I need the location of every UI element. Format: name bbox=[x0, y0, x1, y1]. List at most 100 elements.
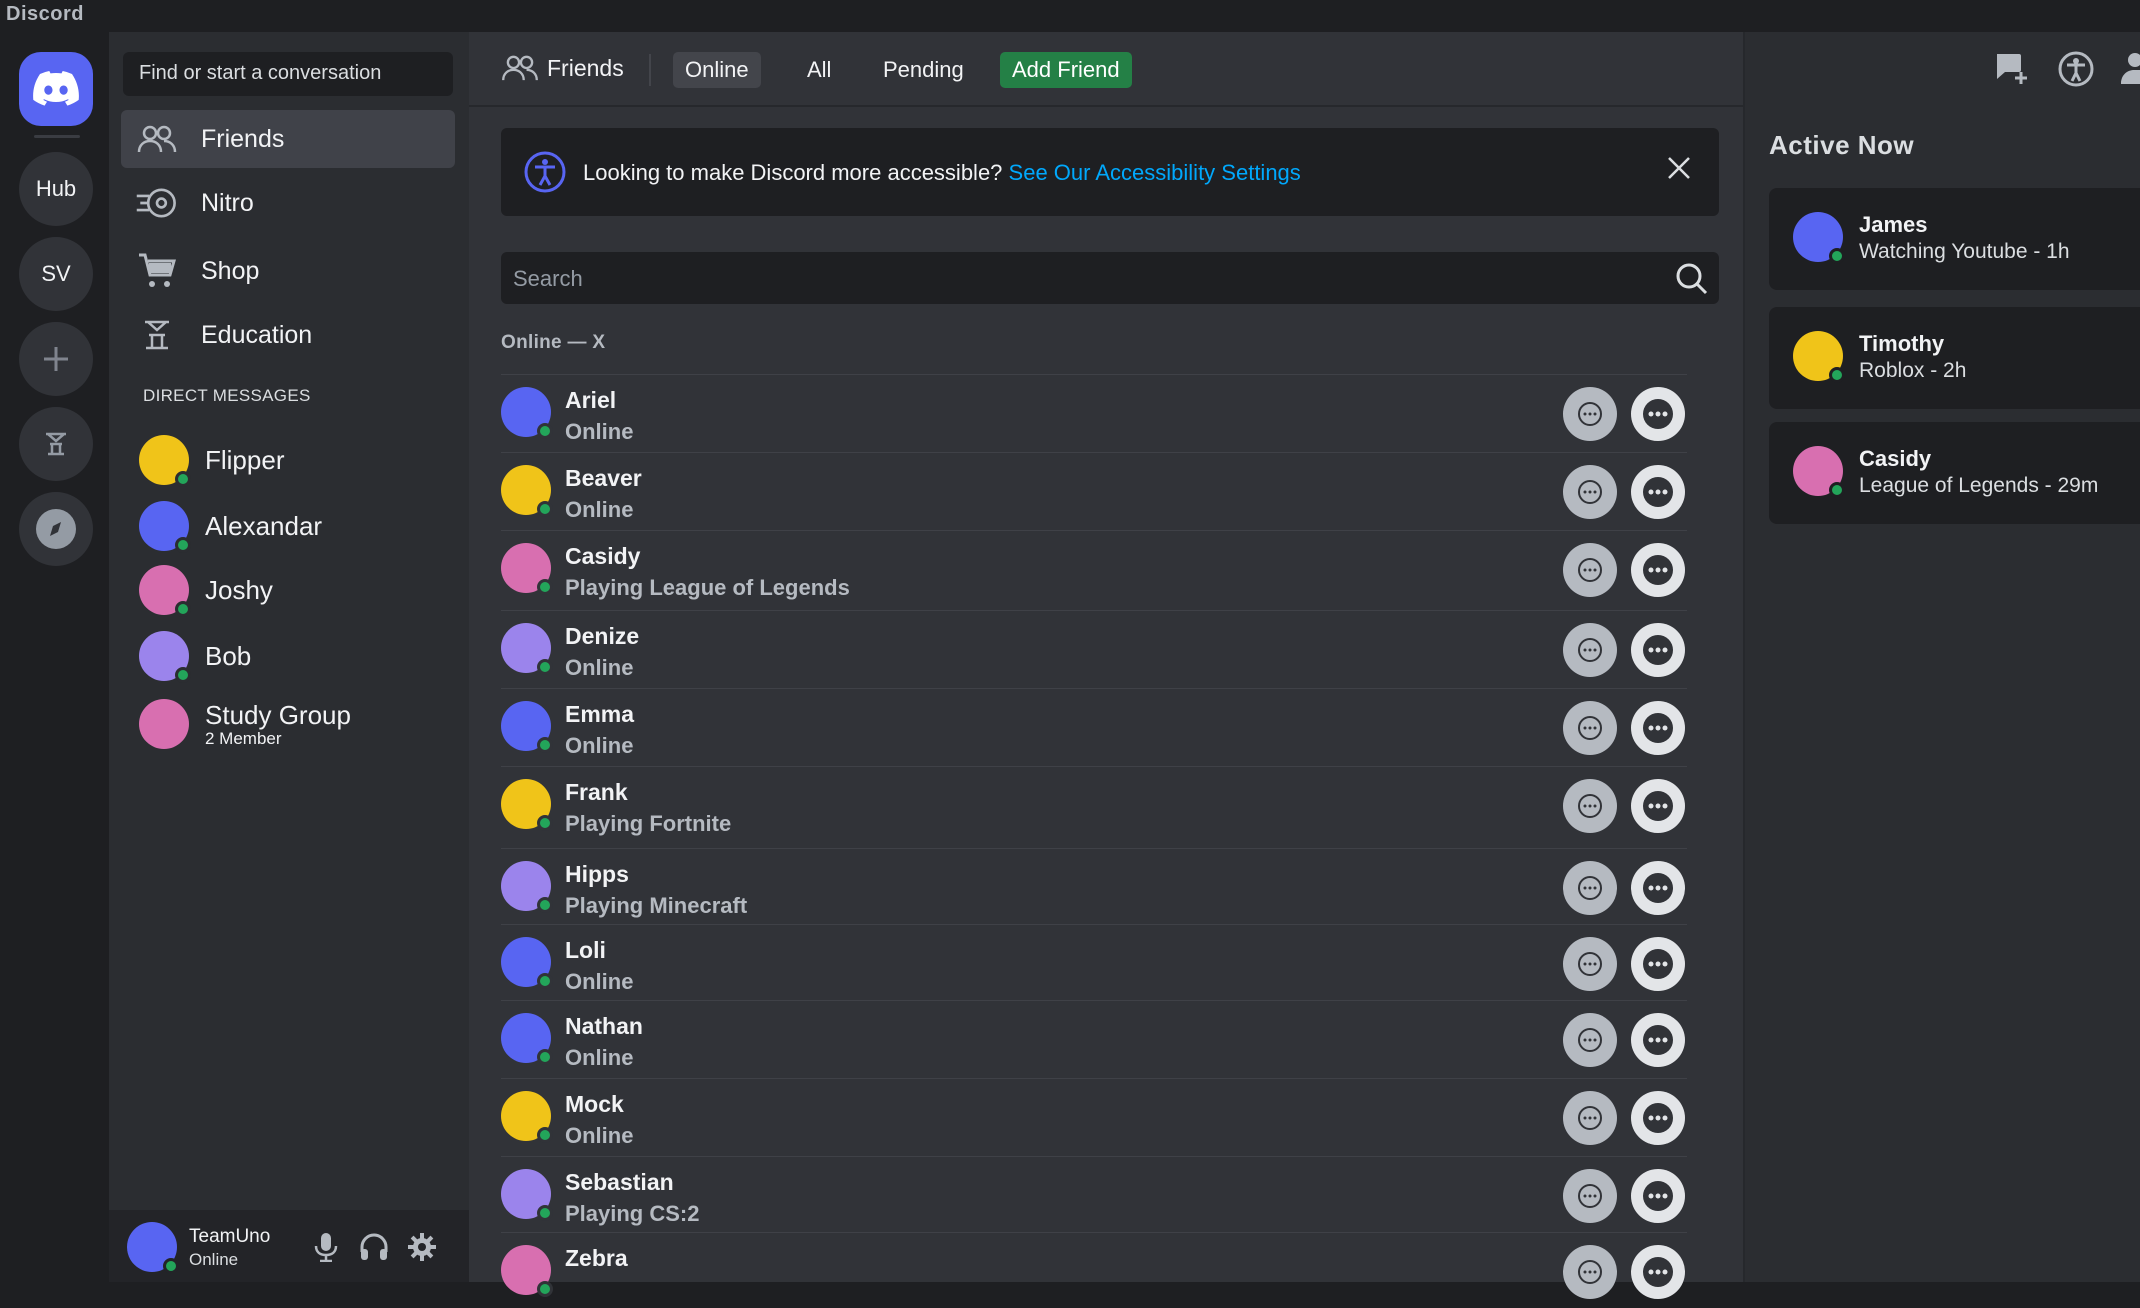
friend-row[interactable]: Zebra bbox=[501, 1232, 1687, 1308]
tab-online-label: Online bbox=[685, 57, 749, 82]
nav-shop[interactable]: Shop bbox=[121, 242, 455, 300]
avatar bbox=[501, 861, 553, 913]
friend-row[interactable]: Loli Online bbox=[501, 924, 1687, 1000]
message-button[interactable] bbox=[1563, 1091, 1617, 1145]
message-button[interactable] bbox=[1563, 1013, 1617, 1067]
more-options-button[interactable] bbox=[1631, 779, 1685, 833]
discover-button[interactable] bbox=[19, 492, 93, 566]
more-options-button[interactable] bbox=[1631, 1245, 1685, 1299]
online-count-header: Online — X bbox=[501, 332, 606, 353]
more-options-button[interactable] bbox=[1631, 937, 1685, 991]
dm-item-flipper[interactable]: Flipper bbox=[139, 432, 459, 488]
friend-row[interactable]: Hipps Playing Minecraft bbox=[501, 848, 1687, 924]
headphones-button[interactable] bbox=[357, 1230, 391, 1264]
friend-row[interactable]: Beaver Online bbox=[501, 452, 1687, 528]
education-server-button[interactable] bbox=[19, 407, 93, 481]
nav-education[interactable]: Education bbox=[121, 306, 455, 364]
close-icon[interactable] bbox=[1665, 154, 1693, 187]
friends-icon bbox=[135, 117, 179, 161]
friends-main: Friends Online All Pending Add Friend Lo… bbox=[469, 32, 1743, 1299]
gear-icon bbox=[408, 1233, 436, 1261]
friend-row[interactable]: Ariel Online bbox=[501, 374, 1687, 450]
message-button[interactable] bbox=[1563, 465, 1617, 519]
friend-status: Online bbox=[565, 733, 634, 758]
user-panel: TeamUno Online bbox=[109, 1210, 469, 1282]
tab-pending[interactable]: Pending bbox=[871, 52, 976, 88]
dm-member-count: 2 Member bbox=[205, 728, 282, 748]
nav-friends[interactable]: Friends bbox=[121, 110, 455, 168]
new-group-dm-button[interactable] bbox=[1993, 50, 2031, 86]
avatar bbox=[501, 701, 553, 753]
settings-button[interactable] bbox=[405, 1230, 439, 1264]
server-sv[interactable]: SV bbox=[19, 237, 93, 311]
home-button[interactable] bbox=[19, 52, 93, 126]
friend-row[interactable]: Nathan Online bbox=[501, 1000, 1687, 1076]
dm-item-bob[interactable]: Bob bbox=[139, 628, 459, 684]
server-hub[interactable]: Hub bbox=[19, 152, 93, 226]
tab-online[interactable]: Online bbox=[673, 52, 761, 88]
active-user-name: Casidy bbox=[1859, 446, 1932, 471]
more-options-button[interactable] bbox=[1631, 1013, 1685, 1067]
message-icon bbox=[1578, 1028, 1602, 1052]
active-now-card[interactable]: Casidy League of Legends - 29m bbox=[1769, 422, 2140, 524]
more-options-button[interactable] bbox=[1631, 465, 1685, 519]
add-server-button[interactable] bbox=[19, 322, 93, 396]
tab-pending-label: Pending bbox=[883, 57, 964, 82]
message-button[interactable] bbox=[1563, 861, 1617, 915]
headphones-icon bbox=[360, 1233, 388, 1260]
more-options-button[interactable] bbox=[1631, 1091, 1685, 1145]
add-friend-button[interactable]: Add Friend bbox=[1000, 52, 1132, 88]
friend-row[interactable]: Mock Online bbox=[501, 1078, 1687, 1154]
accessibility-button[interactable] bbox=[2057, 50, 2095, 88]
more-options-button[interactable] bbox=[1631, 701, 1685, 755]
message-button[interactable] bbox=[1563, 623, 1617, 677]
active-user-name: James bbox=[1859, 212, 1928, 237]
message-button[interactable] bbox=[1563, 1245, 1617, 1299]
friend-row[interactable]: Casidy Playing League of Legends bbox=[501, 530, 1687, 606]
avatar bbox=[501, 1091, 553, 1143]
tab-all[interactable]: All bbox=[795, 52, 843, 88]
friend-status: Playing CS:2 bbox=[565, 1201, 700, 1226]
message-button[interactable] bbox=[1563, 937, 1617, 991]
more-options-button[interactable] bbox=[1631, 543, 1685, 597]
accessibility-settings-link[interactable]: See Our Accessibility Settings bbox=[1009, 160, 1301, 185]
message-button[interactable] bbox=[1563, 779, 1617, 833]
avatar bbox=[501, 1169, 553, 1221]
rail-separator bbox=[34, 135, 80, 138]
message-icon bbox=[1578, 716, 1602, 740]
member-list-button[interactable] bbox=[2117, 50, 2140, 86]
friend-status: Online bbox=[565, 655, 634, 680]
avatar bbox=[139, 435, 191, 487]
more-options-button[interactable] bbox=[1631, 861, 1685, 915]
more-options-button[interactable] bbox=[1631, 1169, 1685, 1223]
friend-name: Mock bbox=[565, 1091, 624, 1117]
more-options-button[interactable] bbox=[1631, 623, 1685, 677]
message-button[interactable] bbox=[1563, 1169, 1617, 1223]
active-now-card[interactable]: James Watching Youtube - 1h bbox=[1769, 188, 2140, 290]
message-button[interactable] bbox=[1563, 701, 1617, 755]
message-icon bbox=[1578, 952, 1602, 976]
dm-name: Flipper bbox=[205, 444, 285, 475]
friend-row[interactable]: Emma Online bbox=[501, 688, 1687, 764]
message-button[interactable] bbox=[1563, 543, 1617, 597]
friend-row[interactable]: Frank Playing Fortnite bbox=[501, 766, 1687, 842]
dm-item-joshy[interactable]: Joshy bbox=[139, 562, 459, 618]
dm-item-study-group[interactable]: Study Group 2 Member bbox=[139, 696, 459, 752]
friend-name: Emma bbox=[565, 701, 635, 727]
dm-item-alexandar[interactable]: Alexandar bbox=[139, 498, 459, 554]
friend-row[interactable]: Denize Online bbox=[501, 610, 1687, 686]
more-icon bbox=[1643, 713, 1673, 743]
conversation-search-placeholder: Find or start a conversation bbox=[139, 62, 382, 84]
friends-search-input[interactable]: Search bbox=[501, 252, 1719, 304]
microphone-button[interactable] bbox=[309, 1230, 343, 1264]
user-avatar[interactable] bbox=[127, 1222, 179, 1274]
more-icon bbox=[1643, 791, 1673, 821]
topbar-divider bbox=[649, 54, 651, 86]
friend-row[interactable]: Sebastian Playing CS:2 bbox=[501, 1156, 1687, 1232]
nav-nitro[interactable]: Nitro bbox=[121, 174, 455, 232]
more-options-button[interactable] bbox=[1631, 387, 1685, 441]
active-now-title: Active Now bbox=[1769, 130, 1915, 160]
message-button[interactable] bbox=[1563, 387, 1617, 441]
conversation-search[interactable]: Find or start a conversation bbox=[123, 52, 453, 96]
active-now-card[interactable]: Timothy Roblox - 2h bbox=[1769, 307, 2140, 409]
